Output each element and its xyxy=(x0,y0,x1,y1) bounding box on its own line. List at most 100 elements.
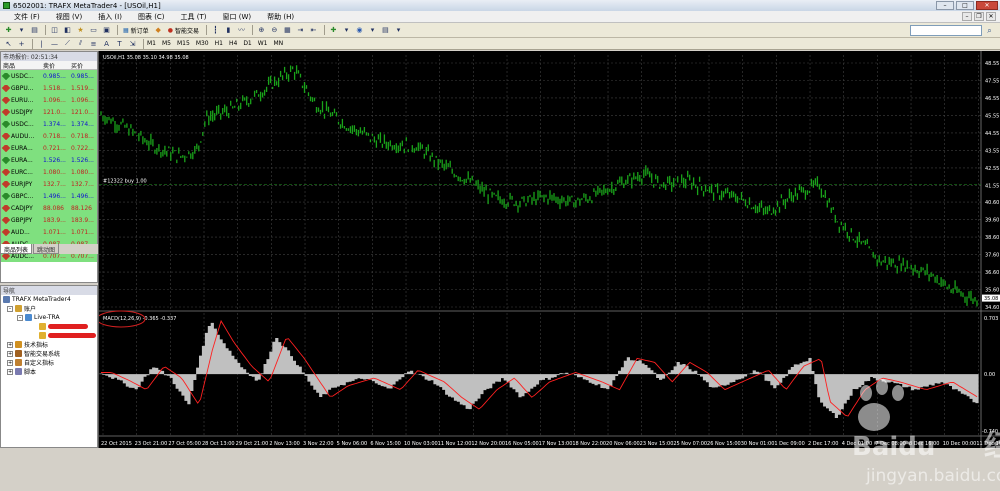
market-row[interactable]: GBPU... 1.518... 1.519... xyxy=(1,82,97,94)
candlestick-icon[interactable]: ▮ xyxy=(223,25,234,36)
trendline-icon[interactable]: ⟋ xyxy=(62,38,73,49)
timeframe-m1[interactable]: M1 xyxy=(147,40,156,47)
maximize-button[interactable]: □ xyxy=(956,1,974,10)
new-chart-icon[interactable]: ✚ xyxy=(3,25,14,36)
channel-icon[interactable]: ⫽ xyxy=(75,38,86,49)
column-bid[interactable]: 卖价 xyxy=(43,61,71,70)
horizontal-line-icon[interactable]: — xyxy=(49,38,60,49)
market-row[interactable]: AUD... 1.071... 1.071... xyxy=(1,226,97,238)
market-row[interactable]: USDC... 0.985... 0.985... xyxy=(1,70,97,82)
new-order-button[interactable]: ▦ 新订单 xyxy=(121,25,151,36)
market-row[interactable]: EURA... 1.526... 1.526... xyxy=(1,154,97,166)
accounts-icon xyxy=(15,305,22,312)
expand-icon[interactable]: + xyxy=(7,368,13,375)
menu-insert[interactable]: 插入 (I) xyxy=(98,12,122,22)
nav-custom-indicators[interactable]: + 自定义指标 xyxy=(1,358,97,367)
mdi-close-button[interactable]: ✕ xyxy=(986,12,996,21)
chart-window[interactable]: 48.55 47.55 46.55 45.55 44.55 43.55 42.55 41.55… xyxy=(98,51,1000,486)
cursor-icon[interactable]: ↖ xyxy=(3,38,14,49)
nav-account-1[interactable] xyxy=(1,322,97,331)
metaeditor-icon[interactable]: ◆ xyxy=(153,25,164,36)
terminal-icon[interactable]: ▭ xyxy=(88,25,99,36)
time-tick: 29 Oct 21:00 xyxy=(236,441,269,447)
price-chart[interactable]: 48.55 47.55 46.55 45.55 44.55 43.55 42.55 41.55… xyxy=(99,51,1000,448)
text-label-icon[interactable]: T xyxy=(114,38,125,49)
zoom-in-icon[interactable]: ⊕ xyxy=(256,25,267,36)
market-row[interactable]: USDC... 1.374... 1.374... xyxy=(1,118,97,130)
market-row[interactable]: EURA... 0.721... 0.722... xyxy=(1,142,97,154)
nav-root[interactable]: TRAFX MetaTrader4 xyxy=(1,295,97,304)
market-row[interactable]: AUDU... 0.718... 0.718... xyxy=(1,130,97,142)
menu-file[interactable]: 文件 (F) xyxy=(14,12,40,22)
navigator-icon[interactable]: ★ xyxy=(75,25,86,36)
tile-windows-icon[interactable]: ▦ xyxy=(282,25,293,36)
crosshair-icon[interactable]: + xyxy=(16,38,27,49)
timeframe-mn[interactable]: MN xyxy=(274,40,284,47)
market-row[interactable]: GBPJPY 183.9... 183.9... xyxy=(1,214,97,226)
market-row[interactable]: EURJPY 132.7... 132.7... xyxy=(1,178,97,190)
nav-scripts[interactable]: + 脚本 xyxy=(1,367,97,376)
expand-icon[interactable]: + xyxy=(7,359,13,366)
timeframe-h4[interactable]: H4 xyxy=(229,40,237,47)
market-row[interactable]: GBPC... 1.496... 1.496... xyxy=(1,190,97,202)
bar-chart-icon[interactable]: ┇ xyxy=(210,25,221,36)
market-row[interactable]: EURU... 1.096... 1.096... xyxy=(1,94,97,106)
indicators-icon[interactable]: ✚ xyxy=(328,25,339,36)
market-watch-icon[interactable]: ◫ xyxy=(49,25,60,36)
menu-view[interactable]: 视图 (V) xyxy=(56,12,82,22)
search-icon[interactable]: ⌕ xyxy=(984,25,995,36)
column-ask[interactable]: 买价 xyxy=(71,61,97,70)
dropdown-icon[interactable]: ▾ xyxy=(367,25,378,36)
chart-shift-icon[interactable]: ⇤ xyxy=(308,25,319,36)
tab-tick-chart[interactable]: 跳动图 xyxy=(33,244,60,254)
menu-window[interactable]: 窗口 (W) xyxy=(223,12,252,22)
fibonacci-icon[interactable]: ≡ xyxy=(88,38,99,49)
timeframe-w1[interactable]: W1 xyxy=(258,40,268,47)
dropdown-icon[interactable]: ▾ xyxy=(393,25,404,36)
nav-accounts[interactable]: – 账户 xyxy=(1,304,97,313)
market-row[interactable]: USDJPY 121.0... 121.0... xyxy=(1,106,97,118)
arrow-down-icon xyxy=(1,228,11,236)
timeframe-m30[interactable]: M30 xyxy=(196,40,209,47)
minimize-button[interactable]: – xyxy=(936,1,954,10)
menu-help[interactable]: 帮助 (H) xyxy=(267,12,294,22)
templates-icon[interactable]: ▤ xyxy=(380,25,391,36)
timeframe-h1[interactable]: H1 xyxy=(215,40,223,47)
market-row[interactable]: CADJPY 88.086 88.126 xyxy=(1,202,97,214)
dropdown-icon[interactable]: ▾ xyxy=(341,25,352,36)
timeframe-m15[interactable]: M15 xyxy=(177,40,190,47)
tab-symbols[interactable]: 商品列表 xyxy=(0,244,33,254)
dropdown-icon[interactable]: ▾ xyxy=(16,25,27,36)
mdi-minimize-button[interactable]: – xyxy=(962,12,972,21)
line-chart-icon[interactable]: 〰 xyxy=(236,25,247,36)
nav-experts[interactable]: + 智能交易系统 xyxy=(1,349,97,358)
mdi-restore-button[interactable]: ❐ xyxy=(974,12,984,21)
search-input[interactable] xyxy=(910,25,982,36)
nav-account-2[interactable] xyxy=(1,331,97,340)
timeframe-d1[interactable]: D1 xyxy=(243,40,251,47)
zoom-out-icon[interactable]: ⊖ xyxy=(269,25,280,36)
profiles-icon[interactable]: ▤ xyxy=(29,25,40,36)
arrows-icon[interactable]: ⇲ xyxy=(127,38,138,49)
column-symbol[interactable]: 商品 xyxy=(1,61,43,70)
expand-icon[interactable]: + xyxy=(7,341,13,348)
periods-icon[interactable]: ◉ xyxy=(354,25,365,36)
text-icon[interactable]: A xyxy=(101,38,112,49)
expert-trading-button[interactable]: ● 智能交易 xyxy=(166,25,201,36)
menu-tools[interactable]: 工具 (T) xyxy=(181,12,207,22)
menu-charts[interactable]: 图表 (C) xyxy=(138,12,165,22)
collapse-icon[interactable]: – xyxy=(17,314,23,321)
tester-icon[interactable]: ▣ xyxy=(101,25,112,36)
auto-scroll-icon[interactable]: ⇥ xyxy=(295,25,306,36)
collapse-icon[interactable]: – xyxy=(7,305,13,312)
watermark-url: jingyan.baidu.com xyxy=(865,466,1000,486)
nav-indicators[interactable]: + 技术指标 xyxy=(1,340,97,349)
close-button[interactable]: ✕ xyxy=(976,1,998,10)
market-row[interactable]: EURC... 1.080... 1.080... xyxy=(1,166,97,178)
data-window-icon[interactable]: ◧ xyxy=(62,25,73,36)
expand-icon[interactable]: + xyxy=(7,350,13,357)
vertical-line-icon[interactable]: | xyxy=(36,38,47,49)
timeframe-m5[interactable]: M5 xyxy=(162,40,171,47)
nav-server[interactable]: – Live-TRA xyxy=(1,313,97,322)
symbol-label: USDJPY xyxy=(11,108,33,116)
